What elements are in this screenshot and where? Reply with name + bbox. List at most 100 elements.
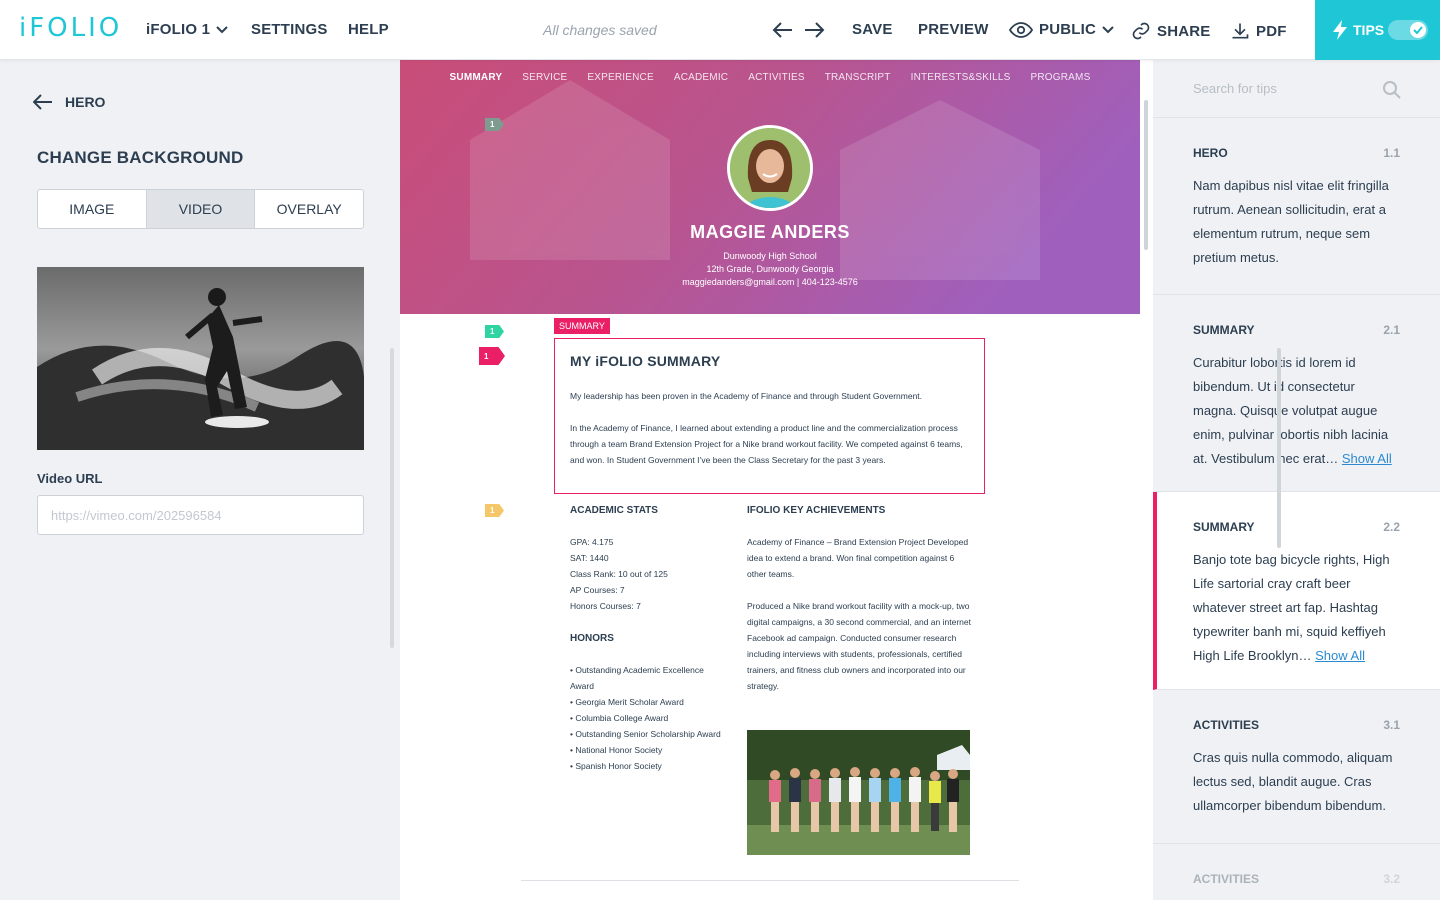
- tip-body-wrap: Banjo tote bag bicycle rights, High Life…: [1193, 548, 1400, 668]
- tips-panel-scrollbar[interactable]: [1277, 348, 1281, 548]
- honor-item: • Columbia College Award: [570, 713, 669, 723]
- share-button[interactable]: SHARE: [1131, 21, 1211, 41]
- nav-transcript[interactable]: TRANSCRIPT: [825, 72, 891, 83]
- tip-card[interactable]: SUMMARY 2.1 Curabitur lobortis id lorem i…: [1153, 295, 1440, 492]
- hero-navigation: SUMMARY SERVICE EXPERIENCE ACADEMIC ACTI…: [400, 72, 1140, 83]
- nav-activities[interactable]: ACTIVITIES: [748, 72, 804, 83]
- tip-body-wrap: Curabitur lobortis id lorem id bibendum.…: [1193, 351, 1400, 471]
- honor-item: • Georgia Merit Scholar Award: [570, 697, 684, 707]
- student-contact: maggiedanders@gmail.com | 404-123-4576: [682, 277, 858, 287]
- tip-card[interactable]: HERO 1.1 Nam dapibus nisl vitae elit frin…: [1153, 118, 1440, 295]
- redo-arrow-icon[interactable]: [802, 18, 826, 42]
- ifolio-logo[interactable]: iFOLIO: [19, 13, 122, 43]
- honors-title: HONORS: [570, 633, 614, 644]
- tip-title: SUMMARY: [1193, 520, 1255, 534]
- nav-academic[interactable]: ACADEMIC: [674, 72, 728, 83]
- student-name: MAGGIE ANDERS: [690, 222, 850, 242]
- tip-number: 3.2: [1383, 872, 1400, 886]
- stat-item: Honors Courses: 7: [570, 601, 641, 611]
- segment-image[interactable]: IMAGE: [38, 190, 147, 228]
- hero-section[interactable]: SUMMARY SERVICE EXPERIENCE ACADEMIC ACTI…: [400, 60, 1140, 314]
- nav-experience[interactable]: EXPERIENCE: [587, 72, 653, 83]
- stat-item: GPA: 4.175: [570, 537, 614, 547]
- tip-card-active[interactable]: SUMMARY 2.2 Banjo tote bag bicycle rights…: [1153, 492, 1440, 690]
- left-panel-scrollbar[interactable]: [390, 348, 394, 648]
- chevron-down-icon: [216, 25, 228, 33]
- profile-avatar[interactable]: [727, 125, 813, 211]
- help-link[interactable]: HELP: [348, 21, 389, 38]
- summary-paragraph: In the Academy of Finance, I learned abo…: [570, 423, 963, 465]
- honor-item: • Spanish Honor Society: [570, 761, 662, 771]
- background-video-thumbnail[interactable]: [37, 267, 364, 450]
- stat-item: AP Courses: 7: [570, 585, 625, 595]
- honor-item: • National Honor Society: [570, 745, 663, 755]
- tips-toggle-button[interactable]: TIPS: [1315, 0, 1440, 60]
- tip-title: HERO: [1193, 146, 1228, 160]
- preview-button[interactable]: PREVIEW: [918, 21, 989, 38]
- stat-item: SAT: 1440: [570, 553, 609, 563]
- academic-stats-list: GPA: 4.175 SAT: 1440 Class Rank: 10 out …: [570, 534, 720, 614]
- tip-card[interactable]: ACTIVITIES 3.2: [1153, 844, 1440, 900]
- pdf-label: PDF: [1256, 22, 1287, 40]
- check-icon: [1410, 22, 1426, 38]
- honors-list: • Outstanding Academic Excellence Award …: [570, 662, 725, 774]
- group-photo[interactable]: [747, 730, 970, 855]
- achievements-text: Academy of Finance – Brand Extension Pro…: [747, 534, 972, 694]
- tip-title: ACTIVITIES: [1193, 872, 1260, 886]
- folio-canvas: SUMMARY SERVICE EXPERIENCE ACADEMIC ACTI…: [400, 60, 1153, 900]
- left-edit-panel: HERO CHANGE BACKGROUND IMAGE VIDEO OVERL…: [0, 60, 400, 900]
- show-all-link[interactable]: Show All: [1315, 648, 1365, 663]
- eye-icon: [1009, 21, 1033, 38]
- student-grade: 12th Grade, Dunwoody Georgia: [706, 264, 834, 274]
- visibility-label: PUBLIC: [1039, 21, 1097, 38]
- summary-paragraph: My leadership has been proven in the Aca…: [570, 391, 923, 401]
- arrow-left-icon: [33, 94, 52, 110]
- save-status: All changes saved: [543, 22, 657, 38]
- video-url-input[interactable]: [37, 495, 364, 535]
- back-label: HERO: [65, 94, 106, 110]
- tips-search-bar: [1153, 60, 1440, 118]
- panel-title: CHANGE BACKGROUND: [37, 148, 244, 167]
- segment-video[interactable]: VIDEO: [146, 190, 256, 228]
- nav-summary[interactable]: SUMMARY: [450, 72, 503, 83]
- background-type-segmented-control: IMAGE VIDEO OVERLAY: [37, 189, 364, 229]
- stat-item: Class Rank: 10 out of 125: [570, 569, 668, 579]
- share-label: SHARE: [1157, 22, 1211, 40]
- tips-switch[interactable]: [1388, 20, 1428, 40]
- pdf-button[interactable]: PDF: [1230, 21, 1287, 41]
- summary-title: MY iFOLIO SUMMARY: [570, 353, 721, 369]
- summary-section-tag: SUMMARY: [554, 318, 610, 334]
- tip-number: 2.1: [1383, 323, 1400, 337]
- tip-number: 1.1: [1383, 146, 1400, 160]
- achievements-title: IFOLIO KEY ACHIEVEMENTS: [747, 505, 886, 516]
- tip-card[interactable]: ACTIVITIES 3.1 Cras quis nulla commodo, a…: [1153, 690, 1440, 844]
- folio-selector[interactable]: iFOLIO 1: [146, 21, 228, 38]
- tip-number: 3.1: [1383, 718, 1400, 732]
- lightning-icon: [1333, 20, 1347, 40]
- nav-programs[interactable]: PROGRAMS: [1031, 72, 1091, 83]
- folio-selector-label: iFOLIO 1: [146, 21, 211, 38]
- settings-link[interactable]: SETTINGS: [251, 21, 328, 38]
- summary-alert-marker[interactable]: 1: [479, 347, 505, 365]
- honor-item: • Outstanding Senior Scholarship Award: [570, 729, 721, 739]
- tips-search-input[interactable]: [1193, 81, 1383, 96]
- segment-overlay[interactable]: OVERLAY: [255, 190, 363, 228]
- chevron-down-icon: [1102, 25, 1114, 33]
- tips-panel: HERO 1.1 Nam dapibus nisl vitae elit frin…: [1153, 60, 1440, 900]
- academic-stats-title: ACADEMIC STATS: [570, 505, 658, 516]
- section-divider: [521, 880, 1019, 881]
- save-button[interactable]: SAVE: [852, 21, 893, 38]
- back-to-hero-link[interactable]: HERO: [33, 94, 105, 110]
- show-all-link[interactable]: Show All: [1342, 451, 1392, 466]
- nav-service[interactable]: SERVICE: [522, 72, 567, 83]
- top-bar: iFOLIO iFOLIO 1 SETTINGS HELP All change…: [0, 0, 1440, 60]
- nav-interests-skills[interactable]: INTERESTS&SKILLS: [911, 72, 1011, 83]
- search-icon[interactable]: [1382, 80, 1402, 100]
- canvas-scrollbar[interactable]: [1144, 100, 1148, 250]
- summary-section[interactable]: MY iFOLIO SUMMARY My leadership has been…: [554, 338, 985, 494]
- summary-comment-marker[interactable]: 1: [485, 325, 504, 338]
- visibility-menu[interactable]: PUBLIC: [1009, 21, 1114, 38]
- stats-comment-marker[interactable]: 1: [485, 504, 504, 517]
- undo-arrow-icon[interactable]: [771, 18, 795, 42]
- tip-title: SUMMARY: [1193, 323, 1255, 337]
